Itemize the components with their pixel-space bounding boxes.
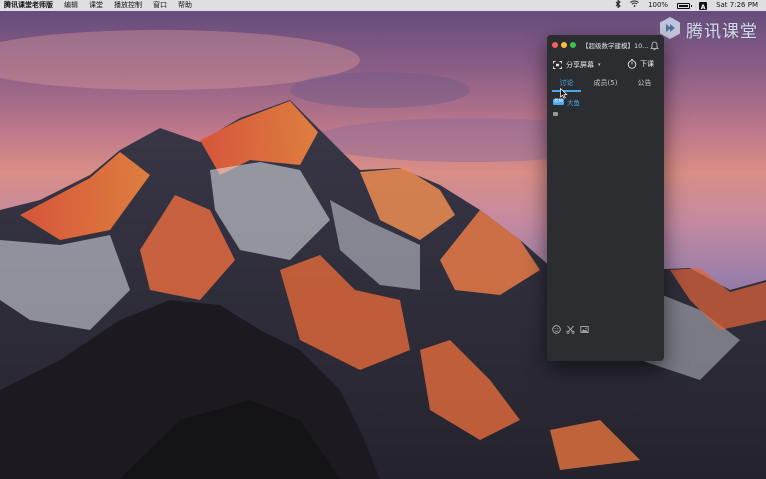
input-source-icon[interactable]: A <box>699 1 708 11</box>
chat-input-tools <box>552 325 589 334</box>
wifi-icon[interactable] <box>630 0 639 11</box>
chevron-down-icon: ▾ <box>598 61 601 68</box>
message-content <box>553 112 558 116</box>
timer-icon <box>627 59 637 69</box>
teacher-badge: 老师 <box>553 99 564 105</box>
tab-members[interactable]: 成员(5) <box>586 76 625 92</box>
window-titlebar[interactable]: 【超级数学建模】10... <box>547 35 664 55</box>
status-area: 100% A Sat 7:26 PM <box>615 0 758 11</box>
window-title: 【超级数学建模】10... <box>582 42 649 50</box>
close-window-button[interactable] <box>552 42 558 48</box>
chat-message: 老师 大鱼 <box>553 97 658 107</box>
menu-classroom[interactable]: 课堂 <box>89 0 103 11</box>
menu-playback-control[interactable]: 播放控制 <box>114 0 142 11</box>
tencent-classroom-watermark: 腾讯课堂 <box>658 16 758 42</box>
menu-app-name[interactable]: 腾讯课堂老师版 <box>4 0 53 11</box>
end-class-button[interactable]: 下课 <box>627 59 654 69</box>
bluetooth-icon[interactable] <box>615 0 621 12</box>
image-icon[interactable] <box>580 325 589 334</box>
window-toolbar: 分享屏幕 ▾ 下课 <box>547 55 664 74</box>
message-sender[interactable]: 大鱼 <box>567 97 580 107</box>
window-controls <box>552 42 576 48</box>
watermark-text: 腾讯课堂 <box>686 21 758 42</box>
share-screen-icon <box>553 60 562 69</box>
battery-percent: 100% <box>648 1 669 9</box>
menu-edit[interactable]: 编辑 <box>64 0 78 11</box>
share-screen-label: 分享屏幕 <box>566 60 594 69</box>
zoom-window-button[interactable] <box>570 42 576 48</box>
battery-icon[interactable] <box>677 2 693 9</box>
share-screen-button[interactable]: 分享屏幕 ▾ <box>553 60 601 70</box>
mouse-cursor-icon <box>560 88 568 99</box>
menu-bar: 腾讯课堂老师版 编辑 课堂 播放控制 窗口 帮助 100% A Sat 7:26… <box>0 0 766 11</box>
menu-help[interactable]: 帮助 <box>178 0 192 11</box>
classroom-window: 【超级数学建模】10... 分享屏幕 ▾ 下课 讨论 成员(5) 公告 老师 大… <box>547 35 664 361</box>
emoji-icon[interactable] <box>552 325 561 334</box>
chat-area: 老师 大鱼 <box>547 92 664 343</box>
scissors-icon[interactable] <box>566 325 575 334</box>
menu-window[interactable]: 窗口 <box>153 0 167 11</box>
clock[interactable]: Sat 7:26 PM <box>716 0 758 11</box>
minimize-window-button[interactable] <box>561 42 567 48</box>
bell-icon[interactable] <box>650 40 659 51</box>
tab-announcement[interactable]: 公告 <box>625 76 664 92</box>
end-class-label: 下课 <box>640 60 654 68</box>
